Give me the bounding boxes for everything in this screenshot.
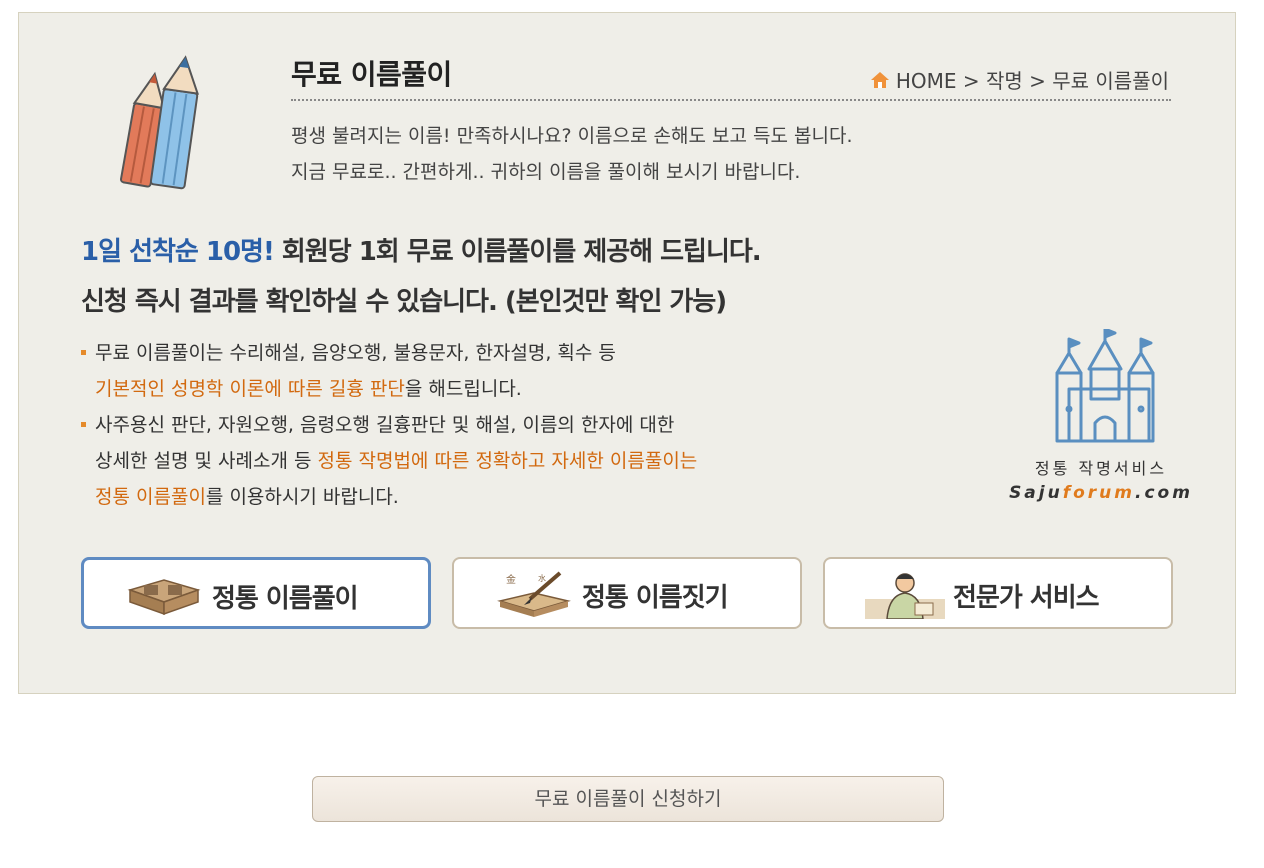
intro-line-2: 지금 무료로.. 간편하게.. 귀하의 이름을 풀이해 보시기 바랍니다.	[291, 161, 801, 183]
content-panel: 무료 이름풀이 HOME > 작명 > 무료 이름풀이 평생 불려지는 이름! …	[18, 12, 1236, 694]
logo-site: Sajuforum.com	[1003, 483, 1199, 503]
pencils-icon	[120, 55, 200, 190]
service-label: 정통 이름풀이	[212, 584, 359, 614]
intro-text: 평생 불려지는 이름! 만족하시나요? 이름으로 손해도 보고 득도 봅니다. …	[291, 118, 853, 190]
bullet-2-line-2-text: 상세한 설명 및 사례소개 등	[95, 450, 318, 472]
bullet-2-line-2: 상세한 설명 및 사례소개 등 정통 작명법에 따른 정확하고 자세한 이름풀이…	[95, 443, 697, 479]
breadcrumb[interactable]: HOME > 작명 > 무료 이름풀이	[870, 65, 1169, 94]
info-bullets: 무료 이름풀이는 수리해설, 음양오행, 불용문자, 한자설명, 획수 등 기본…	[81, 335, 697, 515]
headline-line-1-text: 회원당 1회 무료 이름풀이를 제공해 드립니다.	[273, 237, 762, 267]
intro-line-1: 평생 불려지는 이름! 만족하시나요? 이름으로 손해도 보고 득도 봅니다.	[291, 125, 853, 147]
home-icon	[870, 71, 889, 88]
brush-book-icon: 金 水	[497, 571, 571, 617]
bullet-2-line-3: 정통 이름풀이를 이용하시기 바랍니다.	[95, 479, 697, 515]
page-title: 무료 이름풀이	[291, 58, 452, 91]
bullet-marker	[81, 350, 86, 355]
svg-text:水: 水	[538, 573, 546, 583]
bullet-2-line-3-text: 를 이용하시기 바랍니다.	[205, 486, 399, 508]
name-book-icon	[127, 579, 201, 616]
expert-person-icon	[865, 573, 945, 619]
bullet-2-line-1: 사주용신 판단, 자원오행, 음령오행 길흉판단 및 해설, 이름의 한자에 대…	[95, 414, 675, 436]
logo-site-pre: Saju	[1009, 483, 1063, 503]
bullet-1-line-2-text: 을 해드립니다.	[404, 378, 522, 400]
svg-text:金: 金	[506, 573, 516, 586]
bullet-item-1: 무료 이름풀이는 수리해설, 음양오행, 불용문자, 한자설명, 획수 등 기본…	[81, 335, 697, 407]
bullet-1-highlight: 기본적인 성명학 이론에 따른 길흉 판단	[95, 378, 405, 400]
promo-headline: 1일 선착순 10명! 회원당 1회 무료 이름풀이를 제공해 드립니다. 신청…	[81, 227, 762, 327]
bullet-2-highlight-link: 정통 이름풀이	[95, 486, 206, 508]
apply-free-name-analysis-button[interactable]: 무료 이름풀이 신청하기	[312, 776, 944, 822]
bullet-2-highlight: 정통 작명법에 따른 정확하고 자세한 이름풀이는	[317, 450, 698, 472]
logo-site-accent: forum	[1062, 483, 1135, 503]
logo-site-post: .com	[1135, 483, 1193, 503]
bullet-marker	[81, 422, 86, 427]
service-button-name-making[interactable]: 金 水 정통 이름짓기	[452, 557, 802, 629]
logo-caption: 정통 작명서비스	[1034, 459, 1168, 478]
service-button-name-analysis[interactable]: 정통 이름풀이	[81, 557, 431, 629]
breadcrumb-text[interactable]: HOME > 작명 > 무료 이름풀이	[896, 65, 1169, 94]
headline-accent: 1일 선착순 10명!	[81, 237, 275, 267]
bullet-item-2: 사주용신 판단, 자원오행, 음령오행 길흉판단 및 해설, 이름의 한자에 대…	[81, 407, 697, 515]
bullet-1-line-2: 기본적인 성명학 이론에 따른 길흉 판단을 해드립니다.	[95, 371, 697, 407]
service-button-expert[interactable]: 전문가 서비스	[823, 557, 1173, 629]
title-divider	[291, 99, 1171, 101]
castle-logo-icon	[1055, 329, 1155, 443]
headline-line-1: 1일 선착순 10명! 회원당 1회 무료 이름풀이를 제공해 드립니다.	[81, 227, 762, 277]
service-label: 전문가 서비스	[953, 583, 1100, 613]
bullet-1-line-1: 무료 이름풀이는 수리해설, 음양오행, 불용문자, 한자설명, 획수 등	[95, 342, 616, 364]
headline-line-2: 신청 즉시 결과를 확인하실 수 있습니다. (본인것만 확인 가능)	[81, 287, 727, 317]
service-label: 정통 이름짓기	[582, 583, 729, 613]
